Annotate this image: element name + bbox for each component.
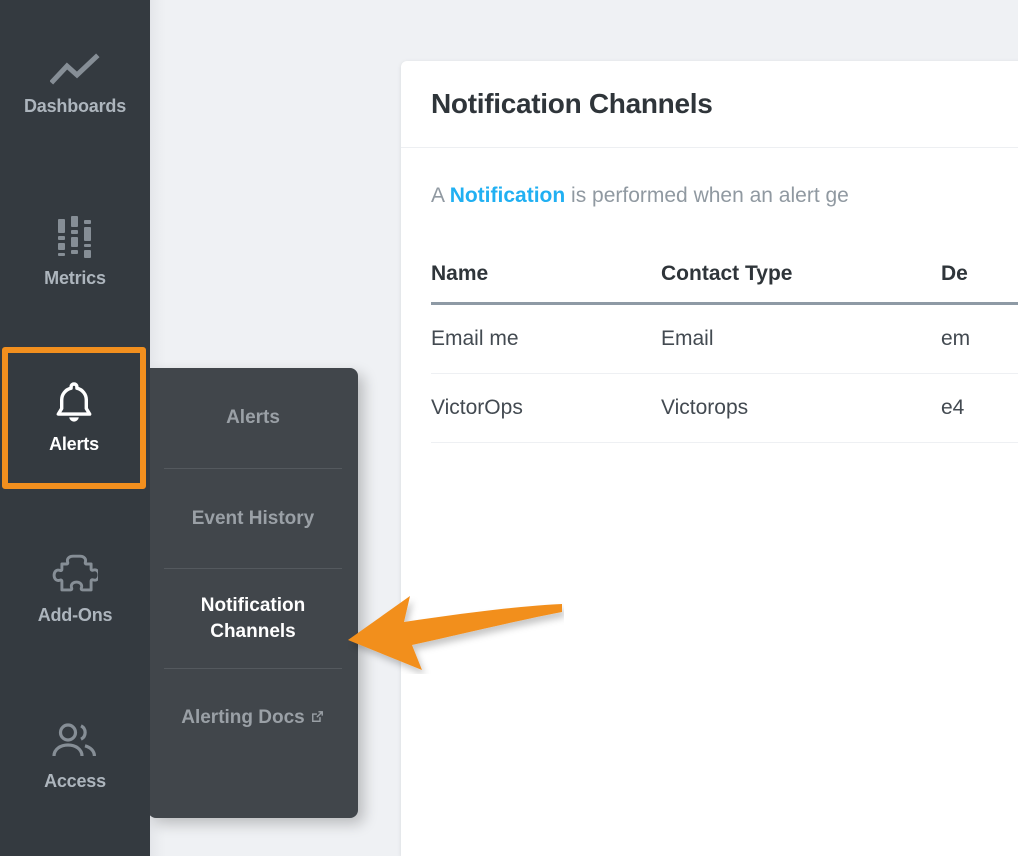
card-header: Notification Channels — [401, 61, 1018, 148]
app-root: Notification Channels A Notification is … — [0, 0, 1018, 856]
table-head: Name Contact Type De — [431, 262, 1018, 306]
flyout-item-event-history[interactable]: Event History — [164, 468, 342, 568]
cell-detail: em — [941, 303, 1018, 375]
bell-icon — [53, 381, 95, 425]
column-header-contact-type[interactable]: Contact Type — [661, 262, 941, 306]
sidebar-item-label: Dashboards — [23, 96, 127, 117]
sidebar-item-label: Metrics — [44, 268, 106, 289]
sidebar-nav: Dashboards Metrics Alerts Add-Ons Access — [0, 0, 150, 856]
sidebar-item-dashboards[interactable]: Dashboards — [0, 34, 150, 136]
card-body: A Notification is performed when an aler… — [401, 148, 1018, 444]
sidebar-item-label: Access — [44, 771, 106, 792]
notification-channels-table: Name Contact Type De Email me Email em V… — [431, 262, 1018, 444]
description-text-after: is performed when an alert ge — [565, 184, 849, 207]
cell-contact-type: Email — [661, 303, 941, 375]
sidebar-item-alerts[interactable]: Alerts — [2, 347, 146, 489]
external-link-icon — [310, 706, 325, 732]
cell-detail: e4 — [941, 373, 1018, 444]
sidebar-item-access[interactable]: Access — [0, 705, 150, 809]
sidebar-item-label: Add-Ons — [37, 605, 113, 626]
page-description: A Notification is performed when an aler… — [431, 182, 1018, 210]
column-header-name[interactable]: Name — [431, 262, 661, 306]
cell-name: Email me — [431, 303, 661, 375]
column-header-detail[interactable]: De — [941, 262, 1018, 306]
table-header-row: Name Contact Type De — [431, 262, 1018, 306]
sidebar-item-label: Alerts — [49, 434, 99, 455]
page-title: Notification Channels — [431, 88, 713, 119]
notification-link[interactable]: Notification — [450, 184, 566, 207]
flyout-item-alerts[interactable]: Alerts — [164, 368, 342, 468]
sidebar-item-add-ons[interactable]: Add-Ons — [0, 537, 150, 641]
sidebar-item-metrics[interactable]: Metrics — [0, 200, 150, 304]
table-row[interactable]: Email me Email em — [431, 303, 1018, 375]
alerts-flyout-menu: Alerts Event History Notification Channe… — [148, 368, 358, 818]
line-chart-icon — [49, 53, 100, 87]
table-body: Email me Email em VictorOps Victorops e4 — [431, 303, 1018, 444]
flyout-item-label: Alerts — [226, 407, 280, 429]
puzzle-piece-icon — [52, 552, 101, 596]
description-text-before: A — [431, 184, 450, 207]
flyout-item-label: Notification Channels — [200, 594, 306, 642]
flyout-item-label: Event History — [191, 507, 315, 529]
cell-name: VictorOps — [431, 373, 661, 444]
metrics-bars-icon — [53, 215, 97, 259]
cell-contact-type: Victorops — [661, 373, 941, 444]
flyout-item-label: Alerting Docs — [181, 707, 305, 729]
flyout-item-notification-channels[interactable]: Notification Channels — [164, 568, 342, 668]
notification-channels-card: Notification Channels A Notification is … — [401, 61, 1018, 856]
users-icon — [50, 722, 100, 762]
flyout-item-alerting-docs[interactable]: Alerting Docs — [164, 668, 342, 768]
table-row[interactable]: VictorOps Victorops e4 — [431, 373, 1018, 444]
